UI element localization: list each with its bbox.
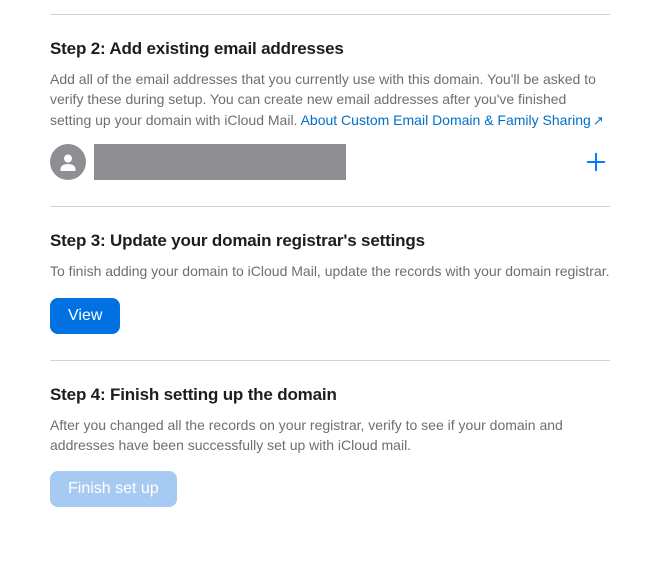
about-custom-domain-link[interactable]: About Custom Email Domain & Family Shari… (301, 112, 604, 128)
external-link-icon: ↗ (593, 113, 604, 128)
step-4-section: Step 4: Finish setting up the domain Aft… (50, 361, 610, 534)
finish-setup-button[interactable]: Finish set up (50, 471, 177, 507)
step-3-description: To finish adding your domain to iCloud M… (50, 261, 610, 281)
step-2-section: Step 2: Add existing email addresses Add… (50, 15, 610, 206)
add-email-button[interactable] (582, 148, 610, 176)
step-3-section: Step 3: Update your domain registrar's s… (50, 207, 610, 359)
step-2-title: Step 2: Add existing email addresses (50, 39, 610, 59)
step-2-description: Add all of the email addresses that you … (50, 69, 610, 130)
email-entry-row (50, 144, 610, 180)
email-address-redacted (94, 144, 346, 180)
person-avatar-icon (50, 144, 86, 180)
view-button[interactable]: View (50, 298, 120, 334)
step-3-title: Step 3: Update your domain registrar's s… (50, 231, 610, 251)
step-4-title: Step 4: Finish setting up the domain (50, 385, 610, 405)
step-4-description: After you changed all the records on you… (50, 415, 610, 456)
